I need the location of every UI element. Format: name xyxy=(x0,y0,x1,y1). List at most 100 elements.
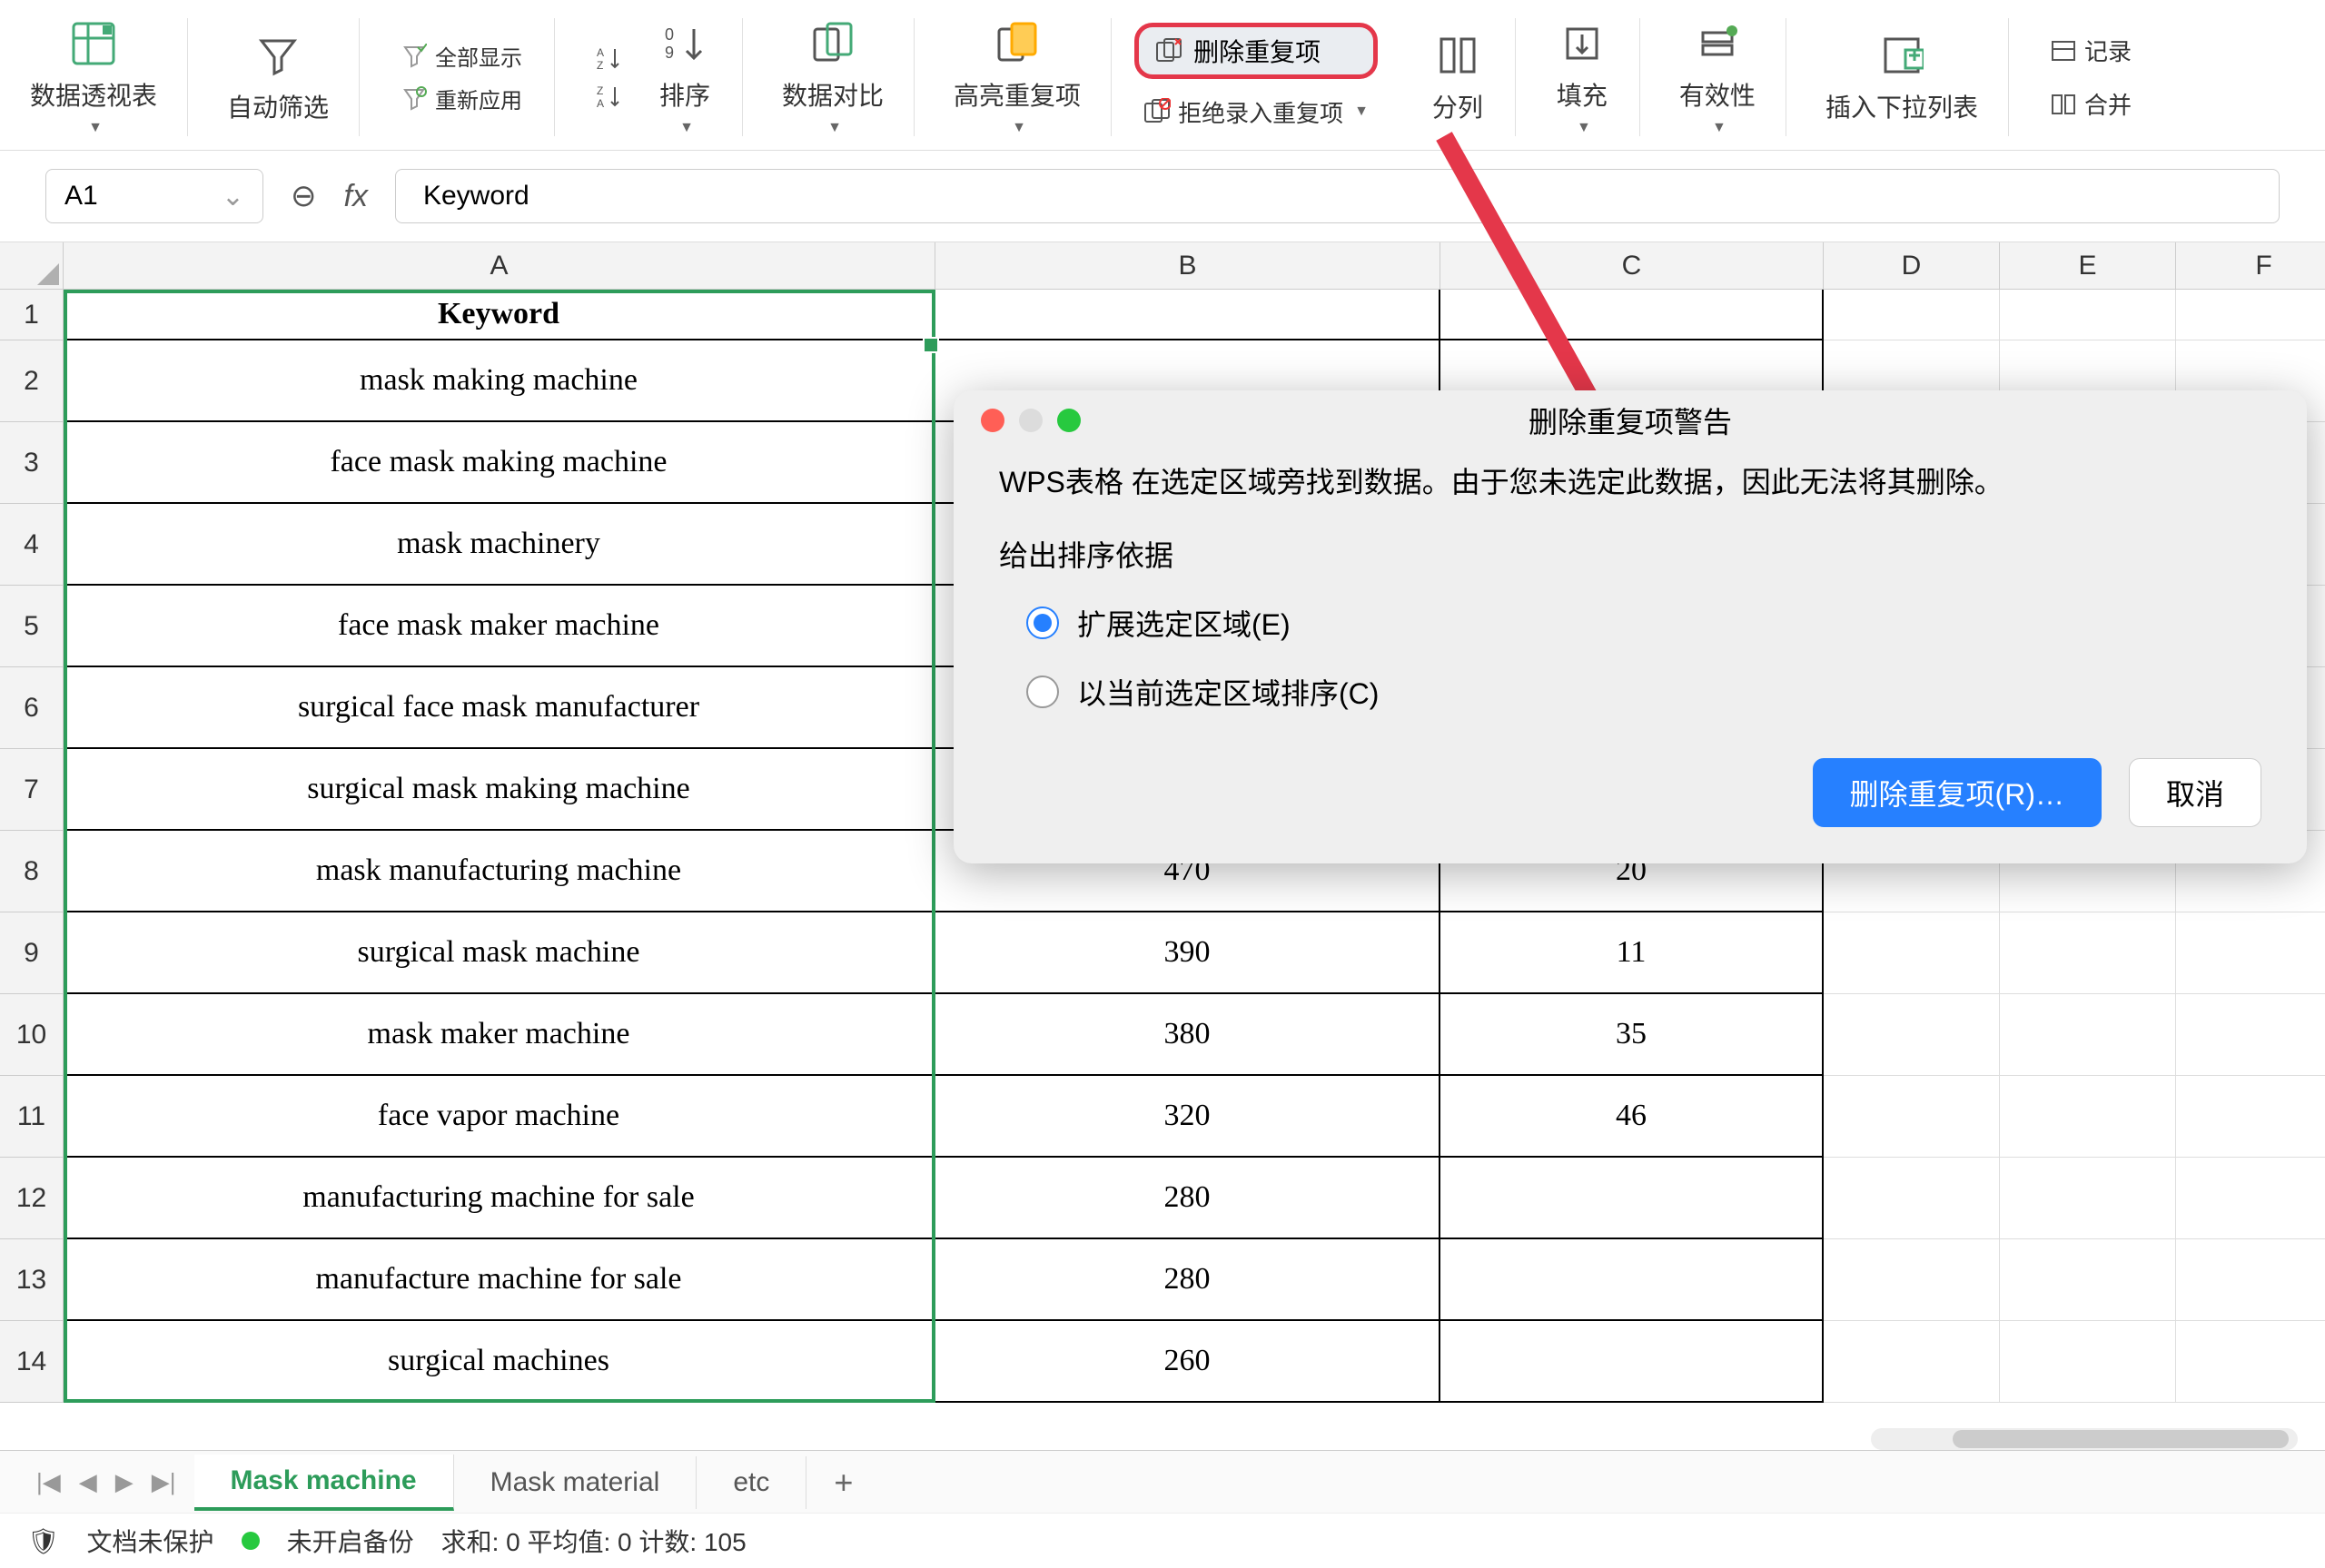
horizontal-scrollbar[interactable] xyxy=(1871,1428,2298,1450)
last-sheet-icon[interactable]: ▶| xyxy=(152,1468,176,1496)
cell[interactable] xyxy=(1440,290,1824,340)
cell[interactable]: face mask maker machine xyxy=(64,586,935,667)
cell-reference-box[interactable]: A1 ⌄ xyxy=(45,169,263,223)
cell[interactable] xyxy=(1440,1158,1824,1239)
cell[interactable] xyxy=(935,290,1440,340)
cell[interactable] xyxy=(2000,1076,2176,1158)
merge-button[interactable]: 合并 xyxy=(2041,84,2141,124)
row-header[interactable]: 10 xyxy=(0,994,64,1076)
cell[interactable] xyxy=(2176,290,2325,340)
reapply-button[interactable]: 重新应用 xyxy=(391,79,531,118)
cell[interactable]: 390 xyxy=(935,912,1440,994)
cell[interactable] xyxy=(1440,1239,1824,1321)
cell[interactable]: face vapor machine xyxy=(64,1076,935,1158)
cell[interactable] xyxy=(2176,912,2325,994)
data-compare-button[interactable]: 数据对比 ▼ xyxy=(775,14,891,141)
remove-duplicates-button[interactable]: 删除重复项 xyxy=(1134,23,1378,79)
cell[interactable] xyxy=(2176,1076,2325,1158)
pivot-table-button[interactable]: 数据透视表 ▼ xyxy=(23,14,164,141)
cell[interactable] xyxy=(1824,994,2000,1076)
prev-sheet-icon[interactable]: ◀ xyxy=(79,1468,97,1496)
row-header[interactable]: 13 xyxy=(0,1239,64,1321)
next-sheet-icon[interactable]: ▶ xyxy=(115,1468,134,1496)
column-header[interactable]: B xyxy=(935,242,1440,290)
radio-expand-selection[interactable]: 扩展选定区域(E) xyxy=(1026,602,2261,644)
cell[interactable] xyxy=(2000,1321,2176,1403)
cell[interactable]: 46 xyxy=(1440,1076,1824,1158)
row-header[interactable]: 9 xyxy=(0,912,64,994)
sort-desc-button[interactable]: ZA xyxy=(587,79,632,113)
row-header[interactable]: 1 xyxy=(0,290,64,340)
cell[interactable]: surgical mask machine xyxy=(64,912,935,994)
cell[interactable]: 280 xyxy=(935,1158,1440,1239)
select-all-corner[interactable] xyxy=(0,242,64,290)
cell[interactable] xyxy=(2000,912,2176,994)
show-all-button[interactable]: 全部显示 xyxy=(391,36,531,75)
fill-button[interactable]: 填充 ▼ xyxy=(1548,14,1617,141)
cell[interactable] xyxy=(2176,1321,2325,1403)
autofilter-button[interactable]: 自动筛选 xyxy=(220,25,336,129)
cell[interactable] xyxy=(1824,1239,2000,1321)
cell[interactable]: manufacturing machine for sale xyxy=(64,1158,935,1239)
cell[interactable]: 35 xyxy=(1440,994,1824,1076)
row-header[interactable]: 3 xyxy=(0,422,64,504)
row-header[interactable]: 4 xyxy=(0,504,64,586)
cell[interactable] xyxy=(2000,1239,2176,1321)
cell[interactable]: face mask making machine xyxy=(64,422,935,504)
cell[interactable]: mask manufacturing machine xyxy=(64,831,935,912)
confirm-button[interactable]: 删除重复项(R)… xyxy=(1813,758,2102,827)
cell[interactable] xyxy=(2176,1158,2325,1239)
cell[interactable] xyxy=(2176,1239,2325,1321)
sheet-tab[interactable]: Mask material xyxy=(454,1456,698,1509)
cancel-button[interactable]: 取消 xyxy=(2129,758,2261,827)
row-header[interactable]: 8 xyxy=(0,831,64,912)
cell[interactable] xyxy=(1824,1158,2000,1239)
cell[interactable]: manufacture machine for sale xyxy=(64,1239,935,1321)
zoom-out-icon[interactable]: ⊖ xyxy=(291,178,317,214)
close-button[interactable] xyxy=(981,409,1004,432)
row-header[interactable]: 5 xyxy=(0,586,64,667)
cell[interactable] xyxy=(2176,994,2325,1076)
cell[interactable]: mask machinery xyxy=(64,504,935,586)
highlight-dup-button[interactable]: 高亮重复项 ▼ xyxy=(946,14,1088,141)
cell[interactable] xyxy=(2000,1158,2176,1239)
cell[interactable]: 380 xyxy=(935,994,1440,1076)
cell[interactable]: 320 xyxy=(935,1076,1440,1158)
cell[interactable] xyxy=(1824,1321,2000,1403)
sort-asc-button[interactable]: AZ xyxy=(587,41,632,75)
cell[interactable] xyxy=(2000,994,2176,1076)
cell[interactable] xyxy=(1824,1076,2000,1158)
cell[interactable] xyxy=(1824,290,2000,340)
cell[interactable]: Keyword xyxy=(64,290,935,340)
insert-dropdown-button[interactable]: 插入下拉列表 xyxy=(1818,25,1985,129)
cell[interactable]: 280 xyxy=(935,1239,1440,1321)
add-sheet-button[interactable]: + xyxy=(806,1464,880,1502)
formula-input[interactable]: Keyword xyxy=(395,169,2280,223)
cell[interactable]: mask making machine xyxy=(64,340,935,422)
cell[interactable]: surgical mask making machine xyxy=(64,749,935,831)
column-header[interactable]: D xyxy=(1824,242,2000,290)
row-header[interactable]: 7 xyxy=(0,749,64,831)
column-header[interactable]: C xyxy=(1440,242,1824,290)
row-header[interactable]: 11 xyxy=(0,1076,64,1158)
cell[interactable]: 11 xyxy=(1440,912,1824,994)
row-header[interactable]: 12 xyxy=(0,1158,64,1239)
row-header[interactable]: 6 xyxy=(0,667,64,749)
cell[interactable]: 260 xyxy=(935,1321,1440,1403)
first-sheet-icon[interactable]: |◀ xyxy=(36,1468,61,1496)
sort-button[interactable]: 09 排序 ▼ xyxy=(650,14,719,141)
fx-icon[interactable]: fx xyxy=(344,179,368,214)
column-header[interactable]: A xyxy=(64,242,935,290)
maximize-button[interactable] xyxy=(1057,409,1081,432)
cell[interactable] xyxy=(1824,912,2000,994)
cell[interactable]: surgical face mask manufacturer xyxy=(64,667,935,749)
row-header[interactable]: 2 xyxy=(0,340,64,422)
sheet-tab[interactable]: etc xyxy=(697,1456,806,1509)
radio-current-selection[interactable]: 以当前选定区域排序(C) xyxy=(1026,671,2261,713)
reject-dup-button[interactable]: 拒绝录入重复项 ▼ xyxy=(1134,92,1378,133)
row-header[interactable]: 14 xyxy=(0,1321,64,1403)
cell[interactable] xyxy=(1440,1321,1824,1403)
validity-button[interactable]: 有效性 ▼ xyxy=(1672,14,1763,141)
cell[interactable]: mask maker machine xyxy=(64,994,935,1076)
cell[interactable]: surgical machines xyxy=(64,1321,935,1403)
